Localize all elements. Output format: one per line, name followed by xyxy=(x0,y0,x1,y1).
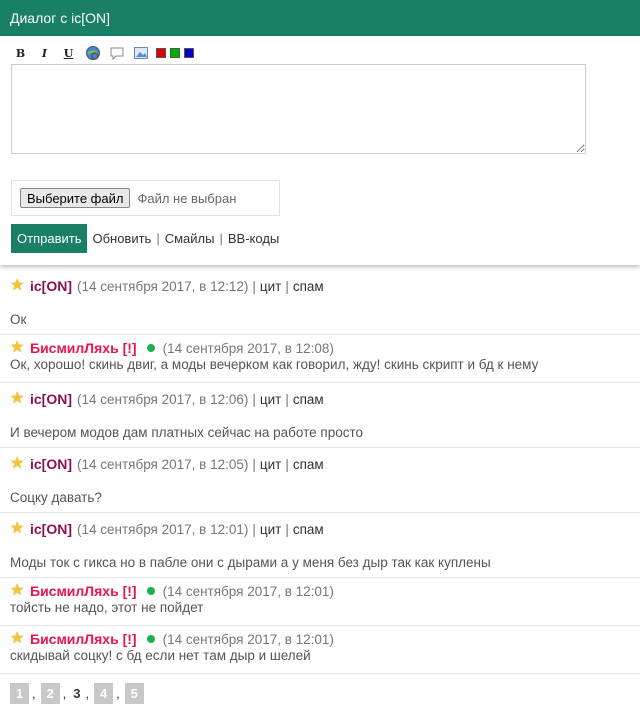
message-composer: B I U Выберите файл Файл не выбран Отпра… xyxy=(0,36,640,265)
file-upload: Выберите файл Файл не выбран xyxy=(11,180,280,216)
page-link[interactable]: 5 xyxy=(124,682,144,704)
separator: | xyxy=(285,521,289,537)
message-time: (14 сентября 2017, в 12:08) xyxy=(162,340,334,356)
message-item: ★ БисмилЛяхь [!] (14 сентября 2017, в 12… xyxy=(0,626,640,674)
author-name[interactable]: ic[ON] xyxy=(30,456,72,472)
refresh-link[interactable]: Обновить xyxy=(92,231,151,246)
star-icon: ★ xyxy=(10,277,25,294)
separator: | xyxy=(285,456,289,472)
message-text: Ок xyxy=(10,312,27,327)
author-name[interactable]: БисмилЛяхь [!] xyxy=(30,340,137,356)
author-name[interactable]: ic[ON] xyxy=(30,391,72,407)
star-icon: ★ xyxy=(10,390,25,407)
message-text: И вечером модов дам платных сейчас на ра… xyxy=(10,425,364,440)
message-time: (14 сентября 2017, в 12:12) xyxy=(77,278,249,294)
separator: | xyxy=(285,278,289,294)
color-green-swatch[interactable] xyxy=(170,48,180,58)
pagination: 1 , 2 , 3 , 4 , 5 xyxy=(10,682,144,704)
quote-link[interactable]: цит xyxy=(260,392,281,407)
message-list: ★ ic[ON] (14 сентября 2017, в 12:12) | ци… xyxy=(0,270,640,674)
quote-link[interactable]: цит xyxy=(260,457,281,472)
image-icon[interactable] xyxy=(132,45,149,62)
separator: , xyxy=(116,685,120,701)
message-time: (14 сентября 2017, в 12:01) xyxy=(162,583,334,599)
star-icon: ★ xyxy=(10,582,25,599)
message-time: (14 сентября 2017, в 12:06) xyxy=(77,391,249,407)
star-icon: ★ xyxy=(10,630,25,647)
separator: | xyxy=(252,391,256,407)
quote-link[interactable]: цит xyxy=(260,522,281,537)
color-red-swatch[interactable] xyxy=(156,48,166,58)
current-page: 3 xyxy=(73,685,81,701)
separator: | xyxy=(252,278,256,294)
message-time: (14 сентября 2017, в 12:01) xyxy=(77,521,249,537)
message-item: ★ БисмилЛяхь [!] (14 сентября 2017, в 12… xyxy=(0,578,640,626)
formatting-toolbar: B I U xyxy=(12,44,198,62)
message-textarea[interactable] xyxy=(11,64,586,154)
online-status-icon xyxy=(146,635,155,643)
message-time: (14 сентября 2017, в 12:01) xyxy=(162,631,334,647)
bbcodes-link[interactable]: BB-коды xyxy=(228,231,279,246)
author-name[interactable]: БисмилЛяхь [!] xyxy=(30,583,137,599)
author-name[interactable]: ic[ON] xyxy=(30,521,72,537)
separator: | xyxy=(285,391,289,407)
message-text: скидывай соцку! с бд если нет там дыр и … xyxy=(10,648,311,663)
spam-link[interactable]: спам xyxy=(293,457,324,472)
separator: , xyxy=(62,685,67,701)
page-link[interactable]: 2 xyxy=(40,682,60,704)
italic-button[interactable]: I xyxy=(36,45,53,62)
spam-link[interactable]: спам xyxy=(293,522,324,537)
star-icon: ★ xyxy=(10,520,25,537)
bold-button[interactable]: B xyxy=(12,45,29,62)
separator: | xyxy=(252,521,256,537)
underline-button[interactable]: U xyxy=(60,45,77,62)
message-text: Соцку давать? xyxy=(10,490,102,505)
smiles-link[interactable]: Смайлы xyxy=(165,231,215,246)
spam-link[interactable]: спам xyxy=(293,279,324,294)
author-name[interactable]: БисмилЛяхь [!] xyxy=(30,631,137,647)
separator: , xyxy=(85,685,90,701)
message-text: тойсть не надо, этот не пойдет xyxy=(10,600,204,615)
message-item: ★ ic[ON] (14 сентября 2017, в 12:01) | ци… xyxy=(0,513,640,578)
message-text: Моды ток с гикса но в пабле они с дырами… xyxy=(10,555,491,570)
online-status-icon xyxy=(146,587,155,595)
page-link[interactable]: 4 xyxy=(94,682,114,704)
dialog-header: Диалог с ic[ON] xyxy=(0,0,640,36)
separator: | xyxy=(252,456,256,472)
message-item: ★ ic[ON] (14 сентября 2017, в 12:06) | ци… xyxy=(0,383,640,448)
star-icon: ★ xyxy=(10,455,25,472)
message-time: (14 сентября 2017, в 12:05) xyxy=(77,456,249,472)
page-link[interactable]: 1 xyxy=(10,682,29,704)
file-status: Файл не выбран xyxy=(137,190,237,206)
dialog-title: Диалог с ic[ON] xyxy=(10,10,110,26)
online-status-icon xyxy=(146,344,155,352)
send-button[interactable]: Отправить xyxy=(11,224,88,253)
message-item: ★ БисмилЛяхь [!] (14 сентября 2017, в 12… xyxy=(0,335,640,383)
message-text: Ок, хорошо! скинь двиг, а моды вечерком … xyxy=(10,357,539,372)
quote-link[interactable]: цит xyxy=(260,279,281,294)
separator: | xyxy=(156,231,160,246)
separator: , xyxy=(32,685,36,701)
message-item: ★ ic[ON] (14 сентября 2017, в 12:12) | ци… xyxy=(0,270,640,335)
color-blue-swatch[interactable] xyxy=(184,48,194,58)
spam-link[interactable]: спам xyxy=(293,392,324,407)
speech-bubble-icon[interactable] xyxy=(108,45,125,62)
separator: | xyxy=(219,231,223,246)
author-name[interactable]: ic[ON] xyxy=(30,278,72,294)
composer-actions: Отправить Обновить | Смайлы | BB-коды xyxy=(11,224,279,253)
message-item: ★ ic[ON] (14 сентября 2017, в 12:05) | ци… xyxy=(0,448,640,513)
choose-file-button[interactable]: Выберите файл xyxy=(20,188,131,208)
link-icon[interactable] xyxy=(84,45,101,62)
star-icon: ★ xyxy=(10,339,25,356)
